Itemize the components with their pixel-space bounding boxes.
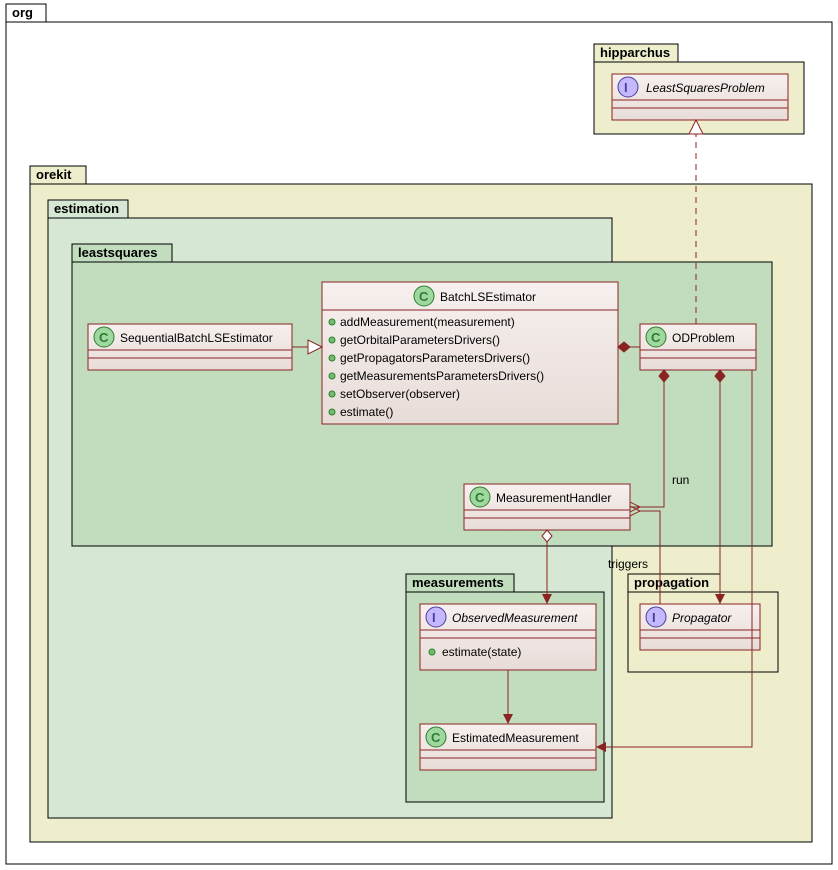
svg-text:setObserver(observer): setObserver(observer) [340,387,460,401]
class-SequentialBatchLSEstimator: C SequentialBatchLSEstimator [88,324,292,370]
relation-label-triggers: triggers [608,557,648,571]
class-ODProblem-name: ODProblem [672,331,735,345]
svg-text:getPropagatorsParametersDriver: getPropagatorsParametersDrivers() [340,351,530,365]
package-estimation-label: estimation [54,201,119,216]
class-EstimatedMeasurement: C EstimatedMeasurement [420,724,596,770]
class-LeastSquaresProblem: I LeastSquaresProblem [612,74,788,120]
class-MeasurementHandler: C MeasurementHandler [464,484,630,530]
class-EstimatedMeasurement-name: EstimatedMeasurement [452,731,579,745]
class-Propagator: I Propagator [640,604,760,650]
svg-text:estimate(state): estimate(state) [442,645,521,659]
svg-text:C: C [419,289,429,304]
svg-text:I: I [652,610,656,625]
svg-text:C: C [475,490,485,505]
class-ObservedMeasurement-name: ObservedMeasurement [452,611,578,625]
class-Propagator-name: Propagator [672,611,732,625]
package-orekit-label: orekit [36,167,72,182]
svg-text:I: I [624,80,628,95]
svg-text:C: C [99,330,109,345]
svg-text:addMeasurement(measurement): addMeasurement(measurement) [340,315,515,329]
class-ObservedMeasurement: I ObservedMeasurement estimate(state) [420,604,596,670]
svg-text:estimate(): estimate() [340,405,393,419]
svg-text:C: C [651,330,661,345]
class-ODProblem: C ODProblem [640,324,756,370]
svg-text:C: C [431,730,441,745]
relation-label-run: run [672,473,689,487]
class-BatchLSEstimator: C BatchLSEstimator addMeasurement(measur… [322,282,618,424]
svg-text:getMeasurementsParametersDrive: getMeasurementsParametersDrivers() [340,369,544,383]
class-SequentialBatchLSEstimator-name: SequentialBatchLSEstimator [120,331,273,345]
svg-text:I: I [432,610,436,625]
package-hipparchus-label: hipparchus [600,45,670,60]
svg-text:getOrbitalParametersDrivers(): getOrbitalParametersDrivers() [340,333,500,347]
package-leastsquares-label: leastsquares [78,245,158,260]
uml-diagram: org hipparchus I LeastSquaresProblem ore… [0,0,838,870]
class-LeastSquaresProblem-name: LeastSquaresProblem [646,81,765,95]
class-MeasurementHandler-name: MeasurementHandler [496,491,611,505]
package-propagation-label: propagation [634,575,709,590]
package-measurements-label: measurements [412,575,504,590]
class-BatchLSEstimator-name: BatchLSEstimator [440,290,536,304]
package-org-label: org [12,5,33,20]
